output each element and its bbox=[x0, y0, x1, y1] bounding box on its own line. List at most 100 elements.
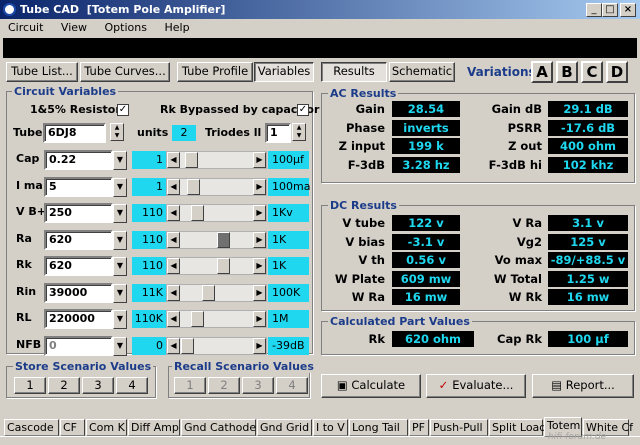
tab-split-load[interactable]: Split Load bbox=[489, 419, 546, 436]
rl-dropdown-icon[interactable]: ▼ bbox=[113, 310, 127, 329]
app-title: Tube CAD bbox=[20, 3, 80, 16]
ra-dropdown-icon[interactable]: ▼ bbox=[113, 230, 127, 250]
store-3-button[interactable]: 3 bbox=[82, 377, 114, 394]
nfb-dropdown-icon[interactable]: ▼ bbox=[113, 336, 127, 356]
variables-button[interactable]: Variables bbox=[254, 62, 314, 82]
resistors-checkbox[interactable]: ✓ bbox=[117, 104, 129, 116]
calculate-button[interactable]: ▣ Calculate bbox=[321, 374, 421, 398]
recall-2-button[interactable]: 2 bbox=[208, 377, 240, 394]
slider-right-icon[interactable]: ▶ bbox=[253, 337, 266, 354]
i-ma-dropdown-icon[interactable]: ▼ bbox=[113, 177, 127, 197]
rk-bypassed-label: Rk Bypassed by capacitor bbox=[160, 103, 320, 116]
i-ma-input[interactable]: 5 bbox=[44, 176, 113, 197]
slider-right-icon[interactable]: ▶ bbox=[253, 311, 266, 327]
slider-left-icon[interactable]: ◀ bbox=[167, 337, 180, 354]
rk-input[interactable]: 620 bbox=[44, 256, 113, 276]
slider-thumb[interactable] bbox=[217, 258, 230, 274]
rk-bypassed-checkbox[interactable]: ✓ bbox=[297, 104, 309, 116]
tab-long-tail[interactable]: Long Tail bbox=[349, 419, 408, 436]
menu-circuit[interactable]: Circuit bbox=[8, 21, 43, 34]
dc-label: V th bbox=[358, 253, 385, 267]
v-b-dropdown-icon[interactable]: ▼ bbox=[113, 204, 127, 223]
rin-dropdown-icon[interactable]: ▼ bbox=[113, 283, 127, 303]
close-icon[interactable]: × bbox=[620, 3, 636, 17]
slider-left-icon[interactable]: ◀ bbox=[167, 231, 180, 248]
report-button[interactable]: ▤ Report... bbox=[532, 374, 634, 398]
store-2-button[interactable]: 2 bbox=[48, 377, 80, 394]
slider-right-icon[interactable]: ▶ bbox=[253, 284, 266, 301]
tube-input[interactable]: 6DJ8 bbox=[43, 123, 106, 143]
schematic-button[interactable]: Schematic bbox=[389, 62, 455, 82]
rk-slider[interactable]: ◀ ▶ bbox=[166, 257, 267, 275]
slider-thumb[interactable] bbox=[202, 284, 215, 301]
rl-input[interactable]: 220000 bbox=[44, 309, 113, 329]
slider-thumb[interactable] bbox=[217, 231, 230, 248]
rin-slider[interactable]: ◀ ▶ bbox=[166, 283, 267, 302]
slider-right-icon[interactable]: ▶ bbox=[253, 178, 266, 195]
tube-list-button[interactable]: Tube List... bbox=[6, 62, 78, 82]
slider-left-icon[interactable]: ◀ bbox=[167, 178, 180, 195]
nfb-slider[interactable]: ◀ ▶ bbox=[166, 336, 267, 355]
menu-help[interactable]: Help bbox=[164, 21, 189, 34]
ra-slider[interactable]: ◀ ▶ bbox=[166, 230, 267, 249]
slider-left-icon[interactable]: ◀ bbox=[167, 152, 180, 168]
cap-slider[interactable]: ◀ ▶ bbox=[166, 151, 267, 169]
slider-thumb[interactable] bbox=[187, 178, 200, 195]
store-4-button[interactable]: 4 bbox=[116, 377, 148, 394]
slider-thumb[interactable] bbox=[191, 205, 204, 221]
slider-thumb[interactable] bbox=[181, 337, 194, 354]
tube-curves-button[interactable]: Tube Curves... bbox=[80, 62, 170, 82]
tab-cascode[interactable]: Cascode bbox=[4, 419, 59, 436]
cap-input[interactable]: 0.22 bbox=[44, 150, 113, 170]
tab-i-to-v[interactable]: I to V bbox=[313, 419, 348, 436]
tab-cf[interactable]: CF bbox=[60, 419, 85, 436]
part-values-title: Calculated Part Values bbox=[328, 315, 472, 328]
tab-gnd-grid[interactable]: Gnd Grid bbox=[257, 419, 312, 436]
v-b-slider[interactable]: ◀ ▶ bbox=[166, 204, 267, 222]
tube-spinner[interactable]: ▲ ▼ bbox=[110, 123, 124, 141]
nfb-input[interactable]: 0 bbox=[44, 335, 113, 356]
tab-gnd-cathode[interactable]: Gnd Cathode bbox=[181, 419, 256, 436]
variation-b-button[interactable]: B bbox=[556, 61, 578, 83]
i-ma-slider[interactable]: ◀ ▶ bbox=[166, 177, 267, 196]
tab-diff-amp[interactable]: Diff Amp bbox=[128, 419, 180, 436]
triodes-input[interactable]: 1 bbox=[265, 123, 291, 143]
recall-1-button[interactable]: 1 bbox=[174, 377, 206, 394]
tab-com-k[interactable]: Com K bbox=[86, 419, 127, 436]
slider-right-icon[interactable]: ▶ bbox=[253, 205, 266, 221]
variation-c-button[interactable]: C bbox=[581, 61, 603, 83]
slider-left-icon[interactable]: ◀ bbox=[167, 258, 180, 274]
rin-input[interactable]: 39000 bbox=[44, 282, 113, 303]
variation-a-button[interactable]: A bbox=[531, 61, 553, 83]
slider-right-icon[interactable]: ▶ bbox=[253, 258, 266, 274]
evaluate-button[interactable]: ✓ Evaluate... bbox=[426, 374, 526, 398]
tab-pf[interactable]: PF bbox=[409, 419, 429, 436]
rk-part-label: Rk bbox=[368, 332, 385, 346]
slider-right-icon[interactable]: ▶ bbox=[253, 152, 266, 168]
recall-3-button[interactable]: 3 bbox=[242, 377, 274, 394]
triodes-spinner[interactable]: ▲ ▼ bbox=[292, 123, 306, 141]
slider-left-icon[interactable]: ◀ bbox=[167, 311, 180, 327]
slider-right-icon[interactable]: ▶ bbox=[253, 231, 266, 248]
rl-slider[interactable]: ◀ ▶ bbox=[166, 310, 267, 328]
cap-dropdown-icon[interactable]: ▼ bbox=[113, 151, 127, 170]
recall-4-button[interactable]: 4 bbox=[276, 377, 308, 394]
v-b-input[interactable]: 250 bbox=[44, 203, 113, 223]
menu-view[interactable]: View bbox=[61, 21, 87, 34]
slider-left-icon[interactable]: ◀ bbox=[167, 205, 180, 221]
menu-options[interactable]: Options bbox=[105, 21, 147, 34]
i-ma-position: 1 bbox=[132, 177, 166, 196]
maximize-icon[interactable]: □ bbox=[602, 3, 618, 17]
tube-profile-button[interactable]: Tube Profile bbox=[177, 62, 253, 82]
rk-dropdown-icon[interactable]: ▼ bbox=[113, 257, 127, 276]
store-1-button[interactable]: 1 bbox=[14, 377, 46, 394]
minimize-icon[interactable]: _ bbox=[586, 3, 602, 17]
results-button[interactable]: Results bbox=[321, 62, 387, 82]
app-icon bbox=[3, 3, 16, 16]
slider-thumb[interactable] bbox=[185, 152, 198, 168]
slider-thumb[interactable] bbox=[191, 311, 204, 327]
tab-push-pull[interactable]: Push-Pull bbox=[430, 419, 488, 436]
ra-input[interactable]: 620 bbox=[44, 229, 113, 250]
slider-left-icon[interactable]: ◀ bbox=[167, 284, 180, 301]
variation-d-button[interactable]: D bbox=[606, 61, 628, 83]
